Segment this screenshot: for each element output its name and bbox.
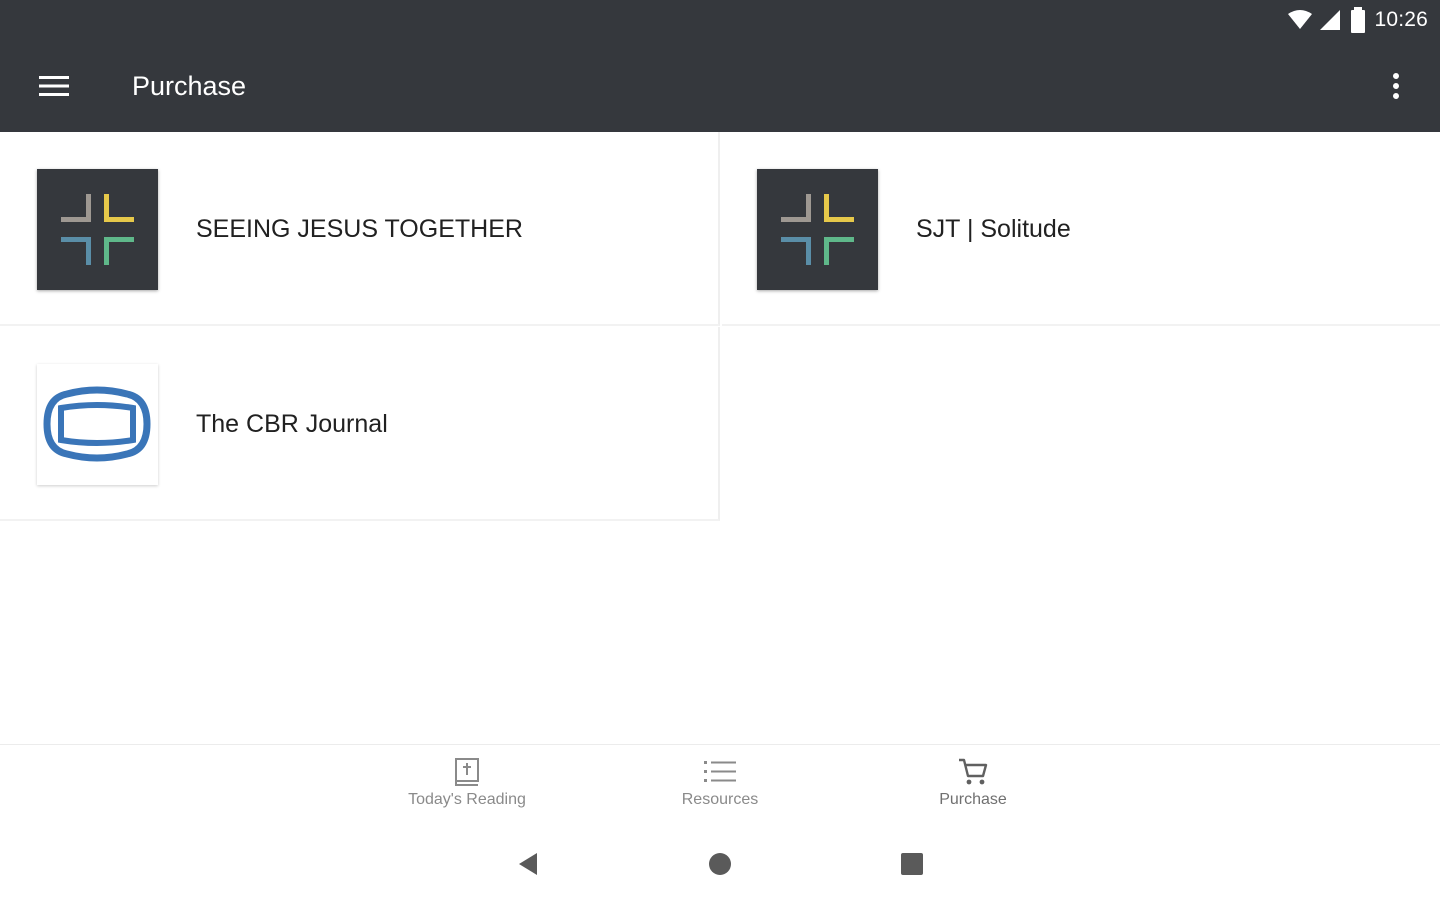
product-card-cbr-journal[interactable]: The CBR Journal — [0, 327, 720, 521]
status-time: 10:26 — [1374, 8, 1428, 31]
nav-label: Purchase — [939, 791, 1007, 808]
battery-icon — [1350, 7, 1366, 33]
cbr-journal-logo — [37, 364, 158, 485]
product-card-seeing-jesus-together[interactable]: SEEING JESUS TOGETHER — [0, 132, 720, 326]
status-bar: 10:26 — [1288, 6, 1428, 34]
nav-label: Today's Reading — [408, 791, 526, 808]
system-navigation-bar — [0, 830, 1440, 900]
product-name: SJT | Solitude — [916, 215, 1071, 243]
sjt-cross-logo — [37, 169, 158, 290]
nav-todays-reading[interactable]: Today's Reading — [377, 757, 557, 823]
back-icon[interactable] — [508, 848, 548, 880]
list-icon — [703, 757, 737, 787]
bottom-navigation: Today's Reading Resources Purchase — [0, 744, 1440, 830]
product-name: The CBR Journal — [196, 410, 388, 438]
home-icon[interactable] — [700, 848, 740, 880]
app-bar: 10:26 Purchase — [0, 0, 1440, 132]
cell-signal-icon — [1320, 10, 1342, 30]
wifi-icon — [1288, 10, 1313, 30]
nav-label: Resources — [681, 791, 759, 808]
cart-icon — [957, 757, 989, 787]
nav-resources[interactable]: Resources — [630, 757, 810, 823]
product-name: SEEING JESUS TOGETHER — [196, 215, 523, 243]
book-icon — [454, 757, 480, 787]
product-card-sjt-solitude[interactable]: SJT | Solitude — [722, 132, 1440, 326]
page-title: Purchase — [132, 71, 247, 101]
more-vert-icon[interactable] — [1376, 64, 1416, 108]
sjt-cross-logo — [757, 169, 878, 290]
recents-icon[interactable] — [892, 848, 932, 880]
nav-purchase[interactable]: Purchase — [883, 757, 1063, 823]
hamburger-menu-icon[interactable] — [30, 66, 78, 106]
